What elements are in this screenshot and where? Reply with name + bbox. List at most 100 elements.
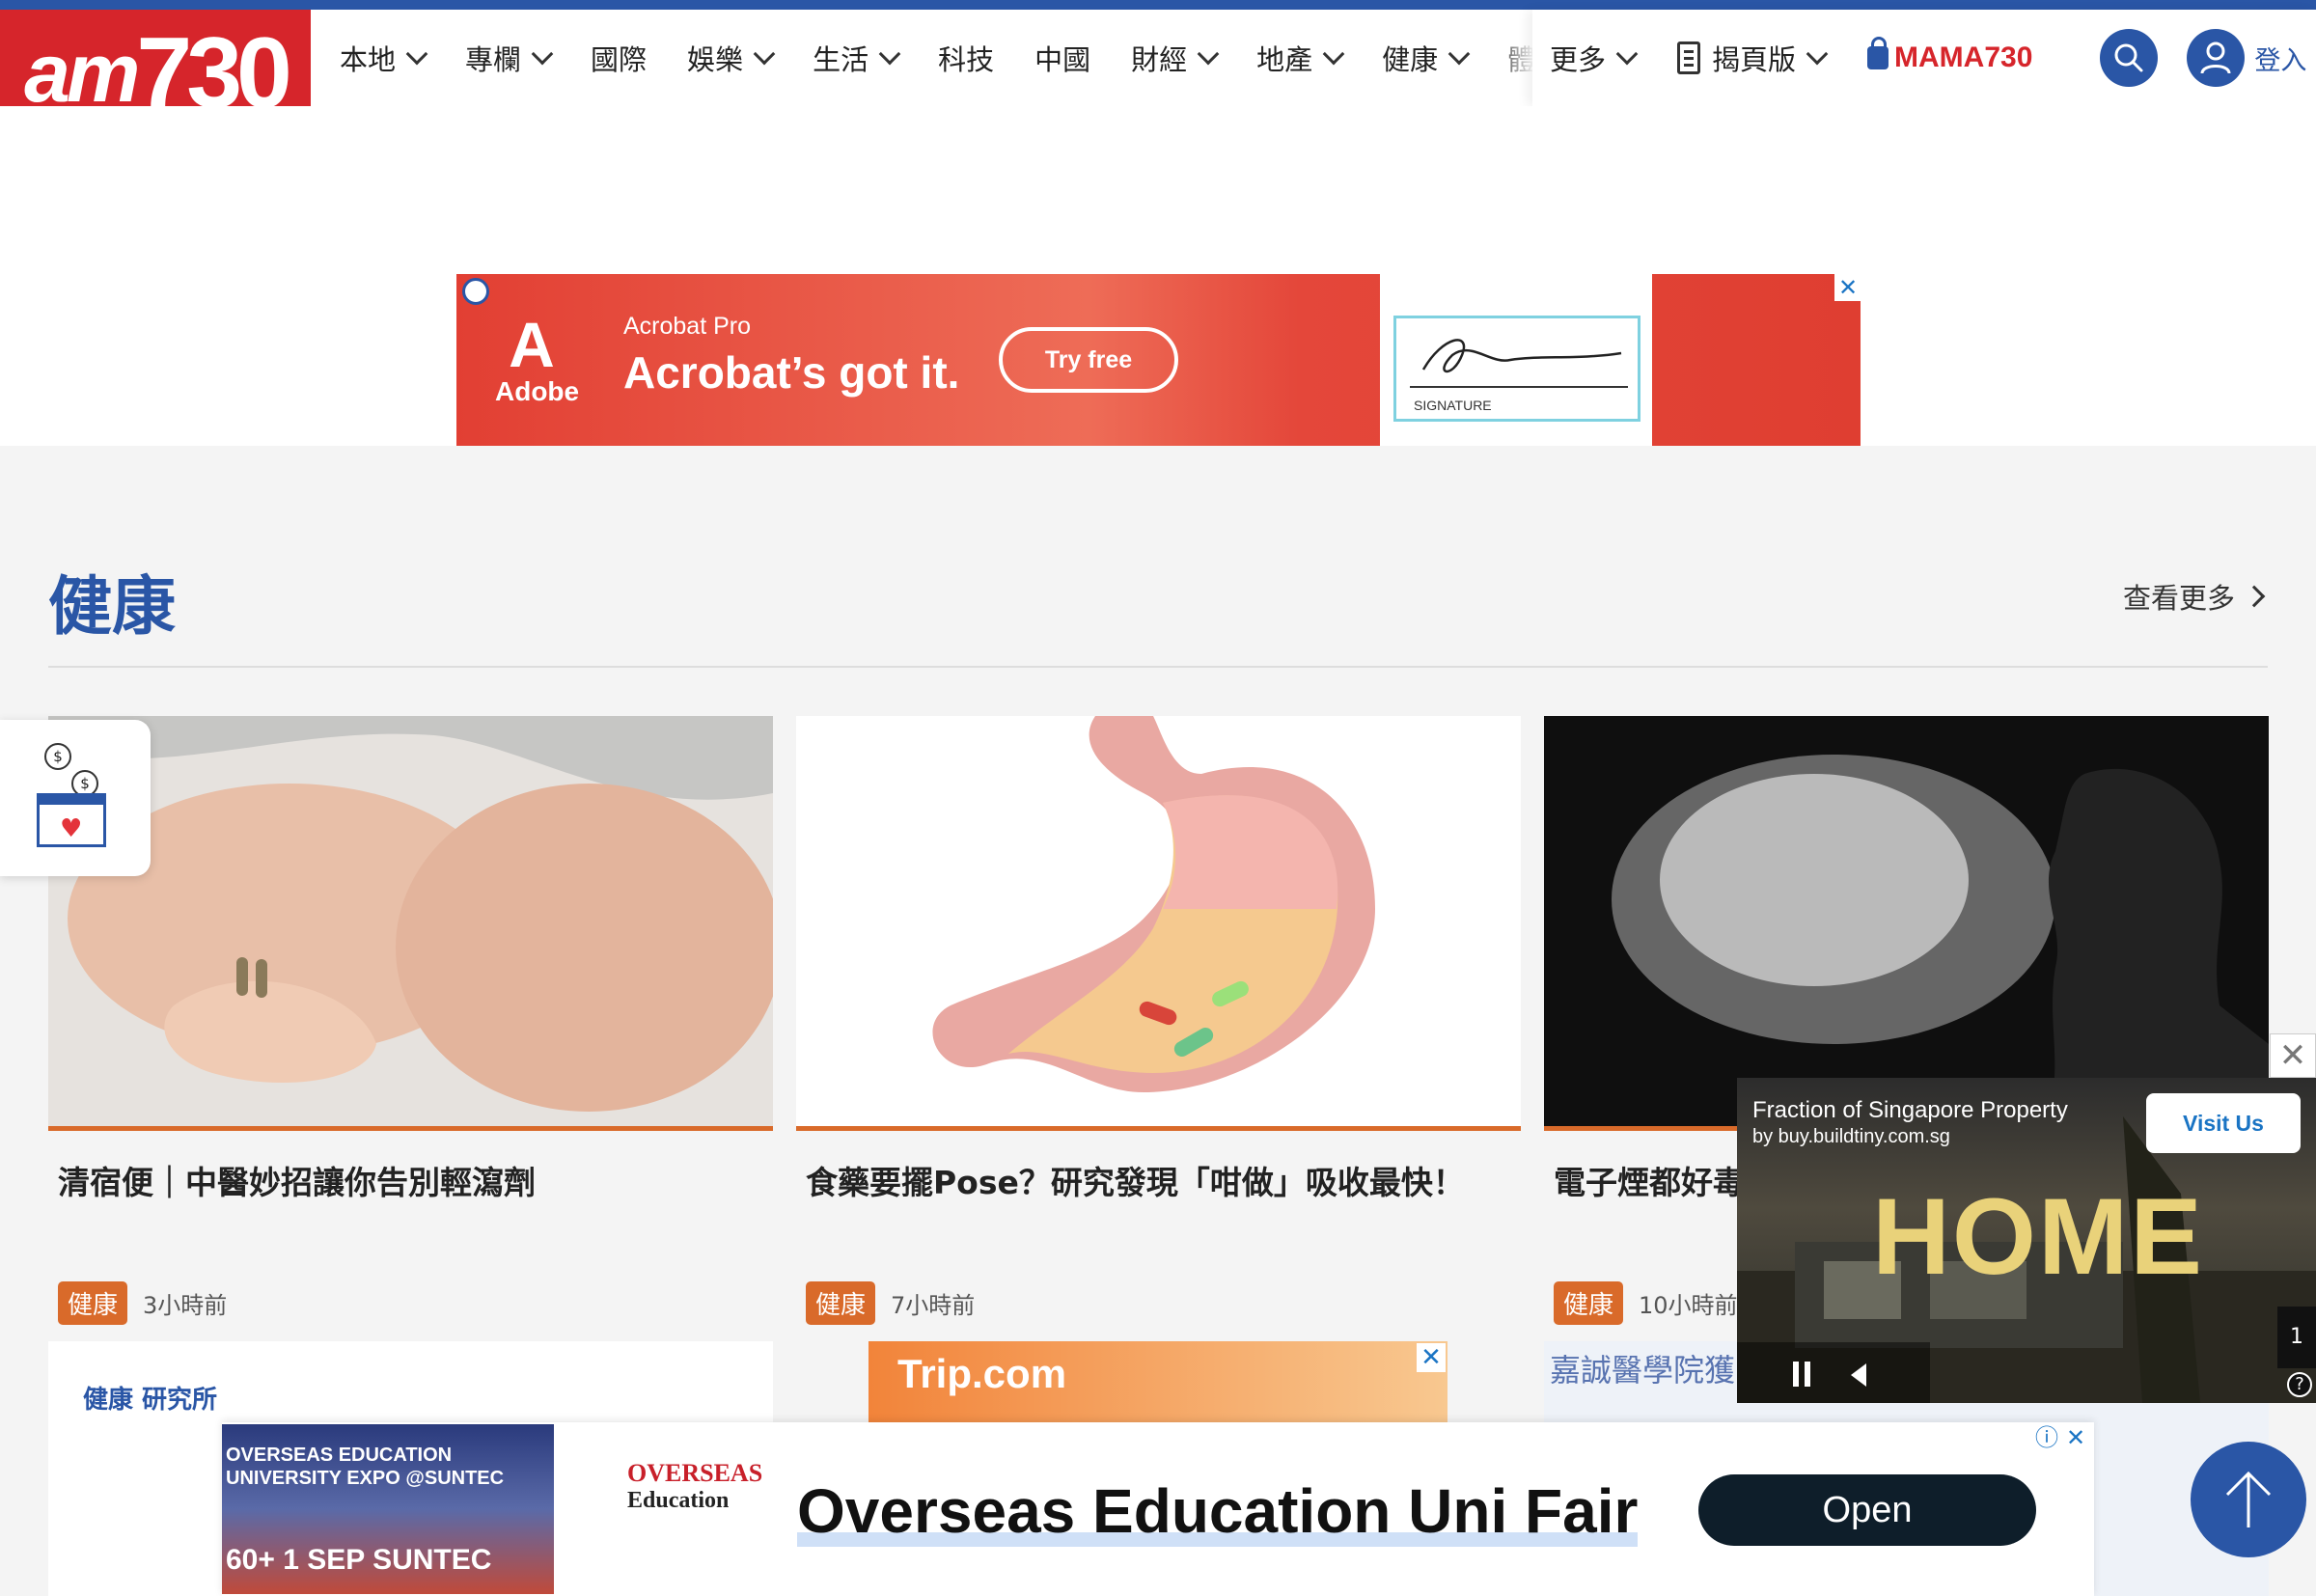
video-ad-counter: 1 bbox=[2277, 1307, 2316, 1368]
article-image-stomach bbox=[796, 716, 1521, 1126]
nav-item-tech[interactable]: 科技 bbox=[938, 38, 994, 78]
category-tag[interactable]: 健康 bbox=[806, 1281, 876, 1325]
adobe-a-icon: A bbox=[509, 309, 555, 380]
article-card[interactable]: 清宿便｜中醫妙招讓你告別輕瀉劑 健康 3小時前 bbox=[48, 716, 773, 1325]
close-icon[interactable]: ✕ bbox=[1417, 1343, 1446, 1372]
close-icon[interactable]: ✕ bbox=[2062, 1424, 2089, 1451]
ad-title[interactable]: Overseas Education Uni Fair bbox=[797, 1475, 1639, 1547]
user-avatar bbox=[2187, 29, 2246, 87]
adobe-wordmark: Adobe bbox=[495, 376, 580, 406]
open-button[interactable]: Open bbox=[1698, 1474, 2036, 1546]
video-controls bbox=[1737, 1342, 1930, 1403]
nav-item-china[interactable]: 中國 bbox=[1034, 38, 1090, 78]
nav-item-local[interactable]: 本地 bbox=[340, 38, 428, 78]
chevron-down-icon bbox=[1806, 42, 1829, 66]
article-title[interactable]: 清宿便｜中醫妙招讓你告別輕瀉劑 bbox=[48, 1131, 773, 1281]
signature-scribble bbox=[1421, 339, 1622, 373]
adobe-ad-banner[interactable]: A Adobe Acrobat Pro Acrobat’s got it. Tr… bbox=[456, 274, 1861, 446]
chevron-right-icon bbox=[2243, 585, 2266, 608]
overseas-education-ad[interactable]: OVERSEAS EDUCATION UNIVERSITY EXPO @SUNT… bbox=[222, 1422, 2094, 1596]
category-tag[interactable]: 健康 bbox=[58, 1281, 128, 1325]
speaker-icon[interactable] bbox=[1851, 1363, 1866, 1387]
signature-label: SIGNATURE bbox=[1414, 398, 1492, 413]
section-divider bbox=[48, 666, 2268, 668]
user-icon bbox=[2200, 41, 2231, 74]
ad-product: Acrobat Pro bbox=[623, 313, 752, 340]
top-accent-strip bbox=[0, 0, 2316, 10]
mama730-link[interactable]: MAMA730 bbox=[1867, 37, 2032, 74]
chevron-down-icon bbox=[753, 42, 776, 66]
lock-icon bbox=[1867, 37, 1889, 69]
nav-flipbook[interactable]: 揭頁版 bbox=[1677, 38, 1829, 78]
nav-item-property[interactable]: 地產 bbox=[1256, 38, 1345, 78]
article-title[interactable]: 食藥要擺Pose？研究發現「咁做」吸收最快！ bbox=[796, 1131, 1521, 1281]
chevron-down-icon bbox=[531, 42, 554, 66]
chevron-down-icon bbox=[1448, 42, 1471, 66]
heart-icon: ♥ bbox=[60, 814, 83, 843]
article-image-vape bbox=[1544, 716, 2269, 1126]
nav-fade bbox=[1494, 10, 1534, 106]
article-meta: 健康 7小時前 bbox=[796, 1281, 1521, 1325]
article-time: 7小時前 bbox=[891, 1292, 976, 1319]
logo-line-2: Education bbox=[627, 1488, 730, 1513]
trip-logo-text: Trip.com bbox=[897, 1351, 1067, 1396]
nav-item-lifestyle[interactable]: 生活 bbox=[813, 38, 901, 78]
nav-right-group: 更多 揭頁版 MAMA730 登入 bbox=[1532, 10, 2316, 106]
article-image[interactable] bbox=[48, 716, 773, 1126]
nav-item-entertainment[interactable]: 娛樂 bbox=[687, 38, 776, 78]
video-ad-overlay-text: HOME bbox=[1872, 1176, 2204, 1297]
section-title: 健康 bbox=[48, 569, 176, 644]
article-image[interactable] bbox=[796, 716, 1521, 1126]
back-to-top-button[interactable] bbox=[2191, 1442, 2306, 1557]
signature-line bbox=[1410, 386, 1628, 388]
nav-item-columns[interactable]: 專欄 bbox=[465, 38, 554, 78]
health-lab-label: 健康 研究所 bbox=[83, 1386, 218, 1415]
video-ad-close-icon[interactable]: ✕ bbox=[2270, 1033, 2316, 1078]
article-time: 3小時前 bbox=[143, 1292, 228, 1319]
signature-box: SIGNATURE bbox=[1393, 316, 1640, 422]
article-image-knee bbox=[48, 716, 773, 1126]
login-label: 登入 bbox=[2254, 45, 2307, 76]
main-nav: 本地 專欄 國際 娛樂 生活 科技 中國 財經 地產 健康 體 bbox=[340, 10, 1576, 106]
article-meta: 健康 3小時前 bbox=[48, 1281, 773, 1325]
video-ad[interactable]: Fraction of Singapore Property by buy.bu… bbox=[1737, 1078, 2316, 1403]
expo-ad-image: OVERSEAS EDUCATION UNIVERSITY EXPO @SUNT… bbox=[222, 1424, 554, 1594]
nav-more[interactable]: 更多 bbox=[1550, 38, 1639, 78]
ad-choices-icon[interactable] bbox=[462, 278, 489, 305]
overseas-education-logo: OVERSEAS Education bbox=[627, 1459, 763, 1555]
signature-card: SIGNATURE bbox=[1380, 274, 1652, 446]
expo-ad-image-badge: 60+ 1 SEP SUNTEC bbox=[226, 1544, 492, 1576]
nav-item-health[interactable]: 健康 bbox=[1382, 38, 1471, 78]
pause-icon[interactable] bbox=[1793, 1362, 1799, 1387]
chevron-down-icon bbox=[1197, 42, 1220, 66]
chevron-down-icon bbox=[405, 42, 428, 66]
coin-icon: $ bbox=[44, 743, 71, 770]
chevron-down-icon bbox=[1322, 42, 1345, 66]
logo-line-1: OVERSEAS bbox=[627, 1459, 763, 1487]
search-button[interactable] bbox=[2100, 29, 2159, 87]
adobe-logo: A Adobe bbox=[495, 309, 580, 409]
ad-headline: Acrobat’s got it. bbox=[623, 347, 960, 398]
view-more-link[interactable]: 查看更多 bbox=[2123, 576, 2266, 617]
arrow-up-icon bbox=[2225, 1471, 2272, 1527]
login-button[interactable]: 登入 bbox=[2187, 29, 2306, 87]
expo-ad-image-text: OVERSEAS EDUCATION UNIVERSITY EXPO @SUNT… bbox=[226, 1445, 505, 1489]
article-card[interactable]: 食藥要擺Pose？研究發現「咁做」吸收最快！ 健康 7小時前 bbox=[796, 716, 1521, 1325]
article-image[interactable] bbox=[1544, 716, 2269, 1126]
try-free-button[interactable]: Try free bbox=[999, 327, 1178, 393]
chevron-down-icon bbox=[1615, 42, 1639, 66]
nav-item-international[interactable]: 國際 bbox=[591, 38, 647, 78]
search-icon bbox=[2114, 43, 2143, 72]
visit-us-button[interactable]: Visit Us bbox=[2146, 1093, 2301, 1153]
donation-widget[interactable]: $ $ ♥ bbox=[0, 720, 151, 876]
video-ad-source: by buy.buildtiny.com.sg bbox=[1752, 1126, 1950, 1147]
close-icon[interactable]: ✕ bbox=[1834, 274, 1861, 301]
info-icon[interactable]: ⓘ bbox=[2033, 1424, 2060, 1451]
video-ad-title: Fraction of Singapore Property bbox=[1752, 1097, 2068, 1123]
article-time: 10小時前 bbox=[1639, 1292, 1738, 1319]
category-tag[interactable]: 健康 bbox=[1554, 1281, 1624, 1325]
flipbook-icon bbox=[1677, 41, 1701, 74]
chevron-down-icon bbox=[878, 42, 901, 66]
help-icon[interactable]: ? bbox=[2287, 1372, 2312, 1397]
nav-item-finance[interactable]: 財經 bbox=[1131, 38, 1220, 78]
